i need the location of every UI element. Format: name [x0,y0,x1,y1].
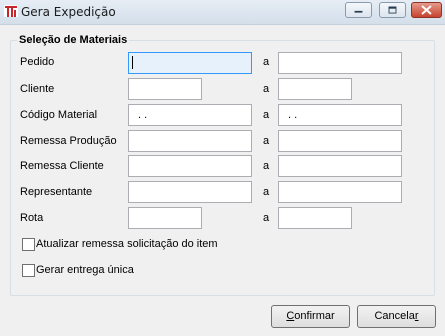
single-delivery-checkbox[interactable] [22,264,35,277]
remessa-producao-to-separator: a [263,135,270,147]
remessa-producao-to-input[interactable] [278,130,402,152]
title-bar: Gera Expedição [0,0,445,25]
codigo-material-to-separator: a [263,109,270,121]
close-button[interactable] [411,2,442,18]
rota-to-separator: a [263,212,270,224]
maximize-icon [388,6,397,14]
single-delivery-label: Gerar entrega única [36,264,134,276]
pedido-to-separator: a [263,56,270,68]
rota-label: Rota [20,212,44,224]
codigo-material-from-input[interactable] [128,104,252,126]
remessa-cliente-label: Remessa Cliente [20,160,104,172]
window-title: Gera Expedição [21,5,116,19]
remessa-cliente-to-input[interactable] [278,155,402,177]
codigo-material-label: Código Material [20,109,98,121]
cancel-label-start: Cancela [374,310,415,322]
confirm-label-rest: onfirmar [294,310,335,322]
cliente-to-separator: a [263,83,270,95]
remessa-producao-label: Remessa Produção [20,135,117,147]
representante-to-input[interactable] [278,181,402,203]
minimize-icon [354,10,363,13]
close-icon [421,5,432,15]
cliente-label: Cliente [20,83,55,95]
rota-to-input[interactable] [278,207,352,229]
app-logo-icon [4,4,18,18]
remessa-cliente-from-input[interactable] [128,155,252,177]
group-title: Seleção de Materiais [17,34,130,46]
remessa-cliente-to-separator: a [263,160,270,172]
remessa-producao-from-input[interactable] [128,130,252,152]
update-remessa-checkbox[interactable] [22,238,35,251]
maximize-button[interactable] [379,2,406,18]
update-remessa-label: Atualizar remessa solicitação do item [36,238,218,250]
codigo-material-to-input[interactable] [278,104,402,126]
text-cursor [132,56,133,69]
representante-to-separator: a [263,186,270,198]
representante-label: Representante [20,186,93,198]
cliente-to-input[interactable] [278,78,352,100]
minimize-button[interactable] [345,2,372,18]
pedido-label: Pedido [20,56,55,68]
confirm-button[interactable]: Confirmar [271,305,350,328]
representante-from-input[interactable] [128,181,252,203]
pedido-from-input[interactable] [128,52,252,74]
cliente-from-input[interactable] [128,78,202,100]
pedido-to-input[interactable] [278,52,402,74]
cancel-access-key: r [414,310,419,322]
cancel-button[interactable]: Cancelar [357,305,436,328]
rota-from-input[interactable] [128,207,202,229]
